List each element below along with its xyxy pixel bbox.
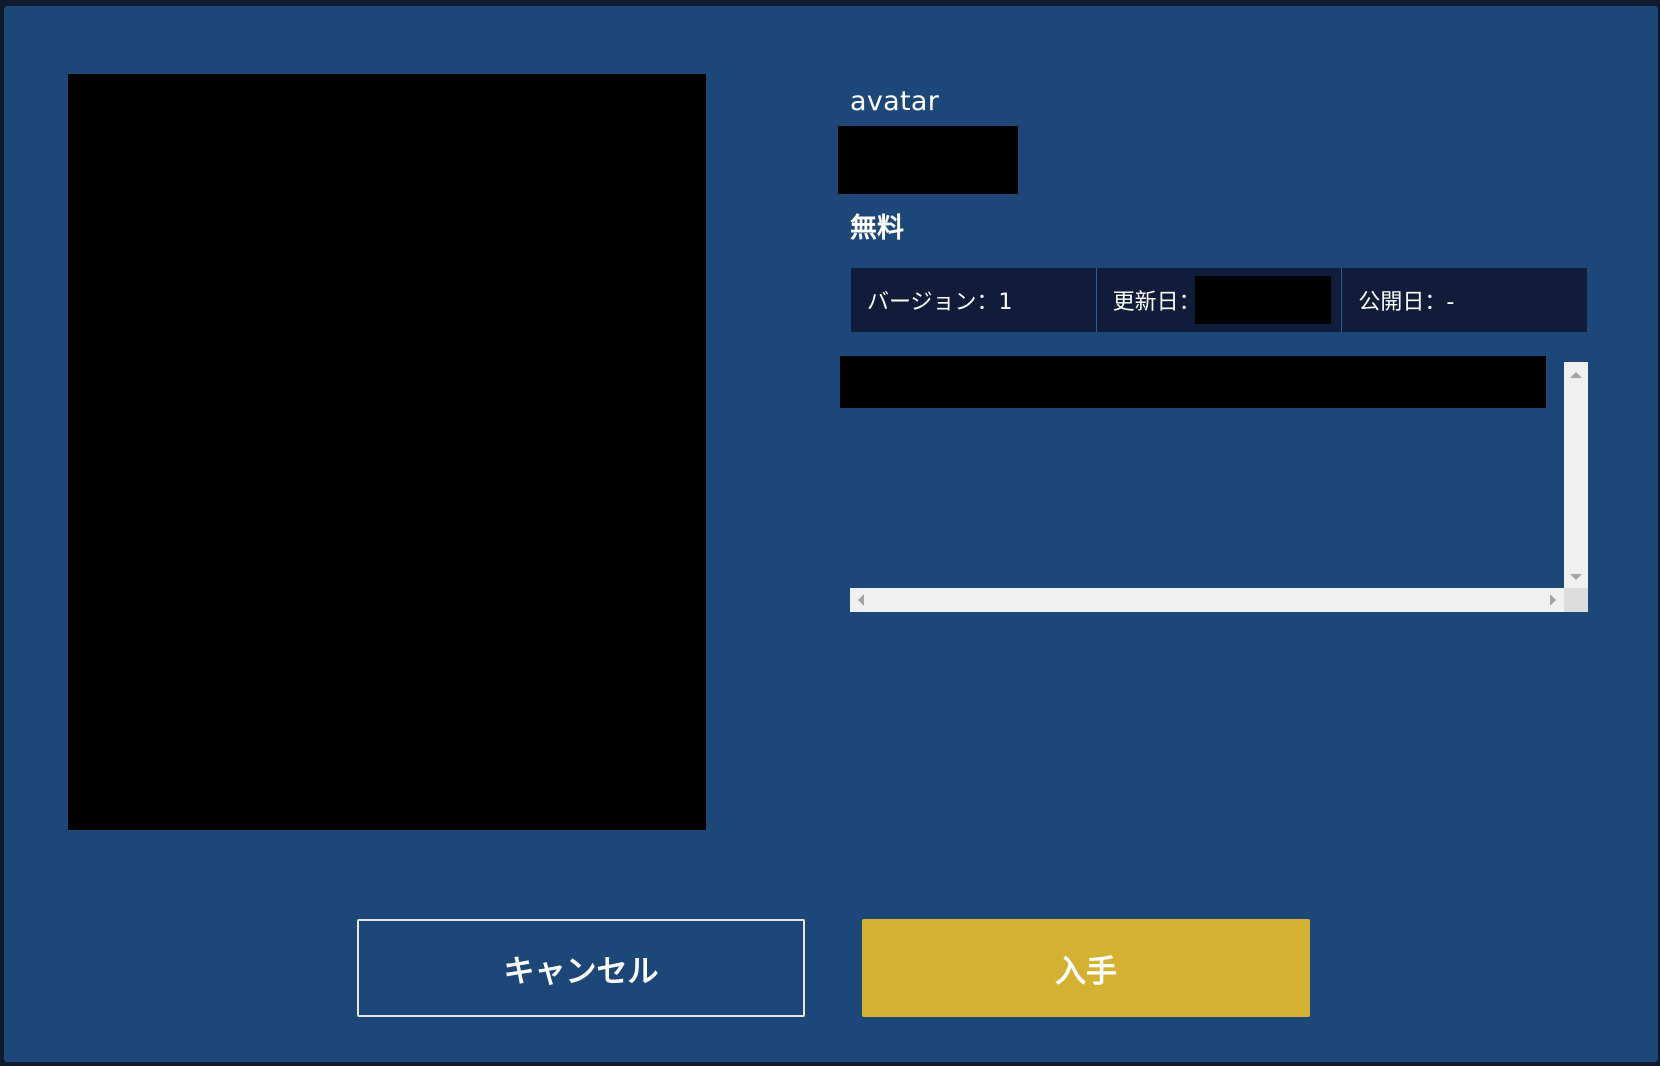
get-button[interactable]: 入手 bbox=[862, 919, 1310, 1017]
cancel-button[interactable]: キャンセル bbox=[357, 919, 805, 1017]
scroll-right-icon[interactable] bbox=[1550, 594, 1556, 606]
scroll-corner bbox=[1564, 588, 1588, 612]
description-text-redacted bbox=[840, 356, 1546, 408]
item-detail-dialog: avatar 無料 バージョン：1 更新日： 公開日：- キャンセル 入手 bbox=[4, 6, 1658, 1062]
item-meta-bar: バージョン：1 更新日： 公開日：- bbox=[851, 268, 1588, 332]
description-box[interactable] bbox=[840, 356, 1588, 612]
horizontal-scrollbar[interactable] bbox=[850, 588, 1564, 612]
published-cell: 公開日：- bbox=[1341, 268, 1588, 332]
vertical-scrollbar[interactable] bbox=[1564, 362, 1588, 588]
updated-date-redacted bbox=[1194, 276, 1331, 324]
version-label: バージョン：1 bbox=[867, 290, 1013, 315]
item-preview-image bbox=[68, 74, 706, 830]
scroll-up-icon[interactable] bbox=[1570, 372, 1582, 378]
updated-label: 更新日： bbox=[1112, 290, 1201, 315]
version-cell: バージョン：1 bbox=[851, 268, 1096, 332]
item-price: 無料 bbox=[850, 213, 904, 244]
scroll-left-icon[interactable] bbox=[858, 594, 864, 606]
published-label: 公開日：- bbox=[1358, 290, 1455, 315]
item-name-redacted bbox=[838, 126, 1018, 194]
scroll-down-icon[interactable] bbox=[1570, 574, 1582, 580]
item-category: avatar bbox=[850, 86, 940, 117]
updated-cell: 更新日： bbox=[1095, 268, 1342, 332]
